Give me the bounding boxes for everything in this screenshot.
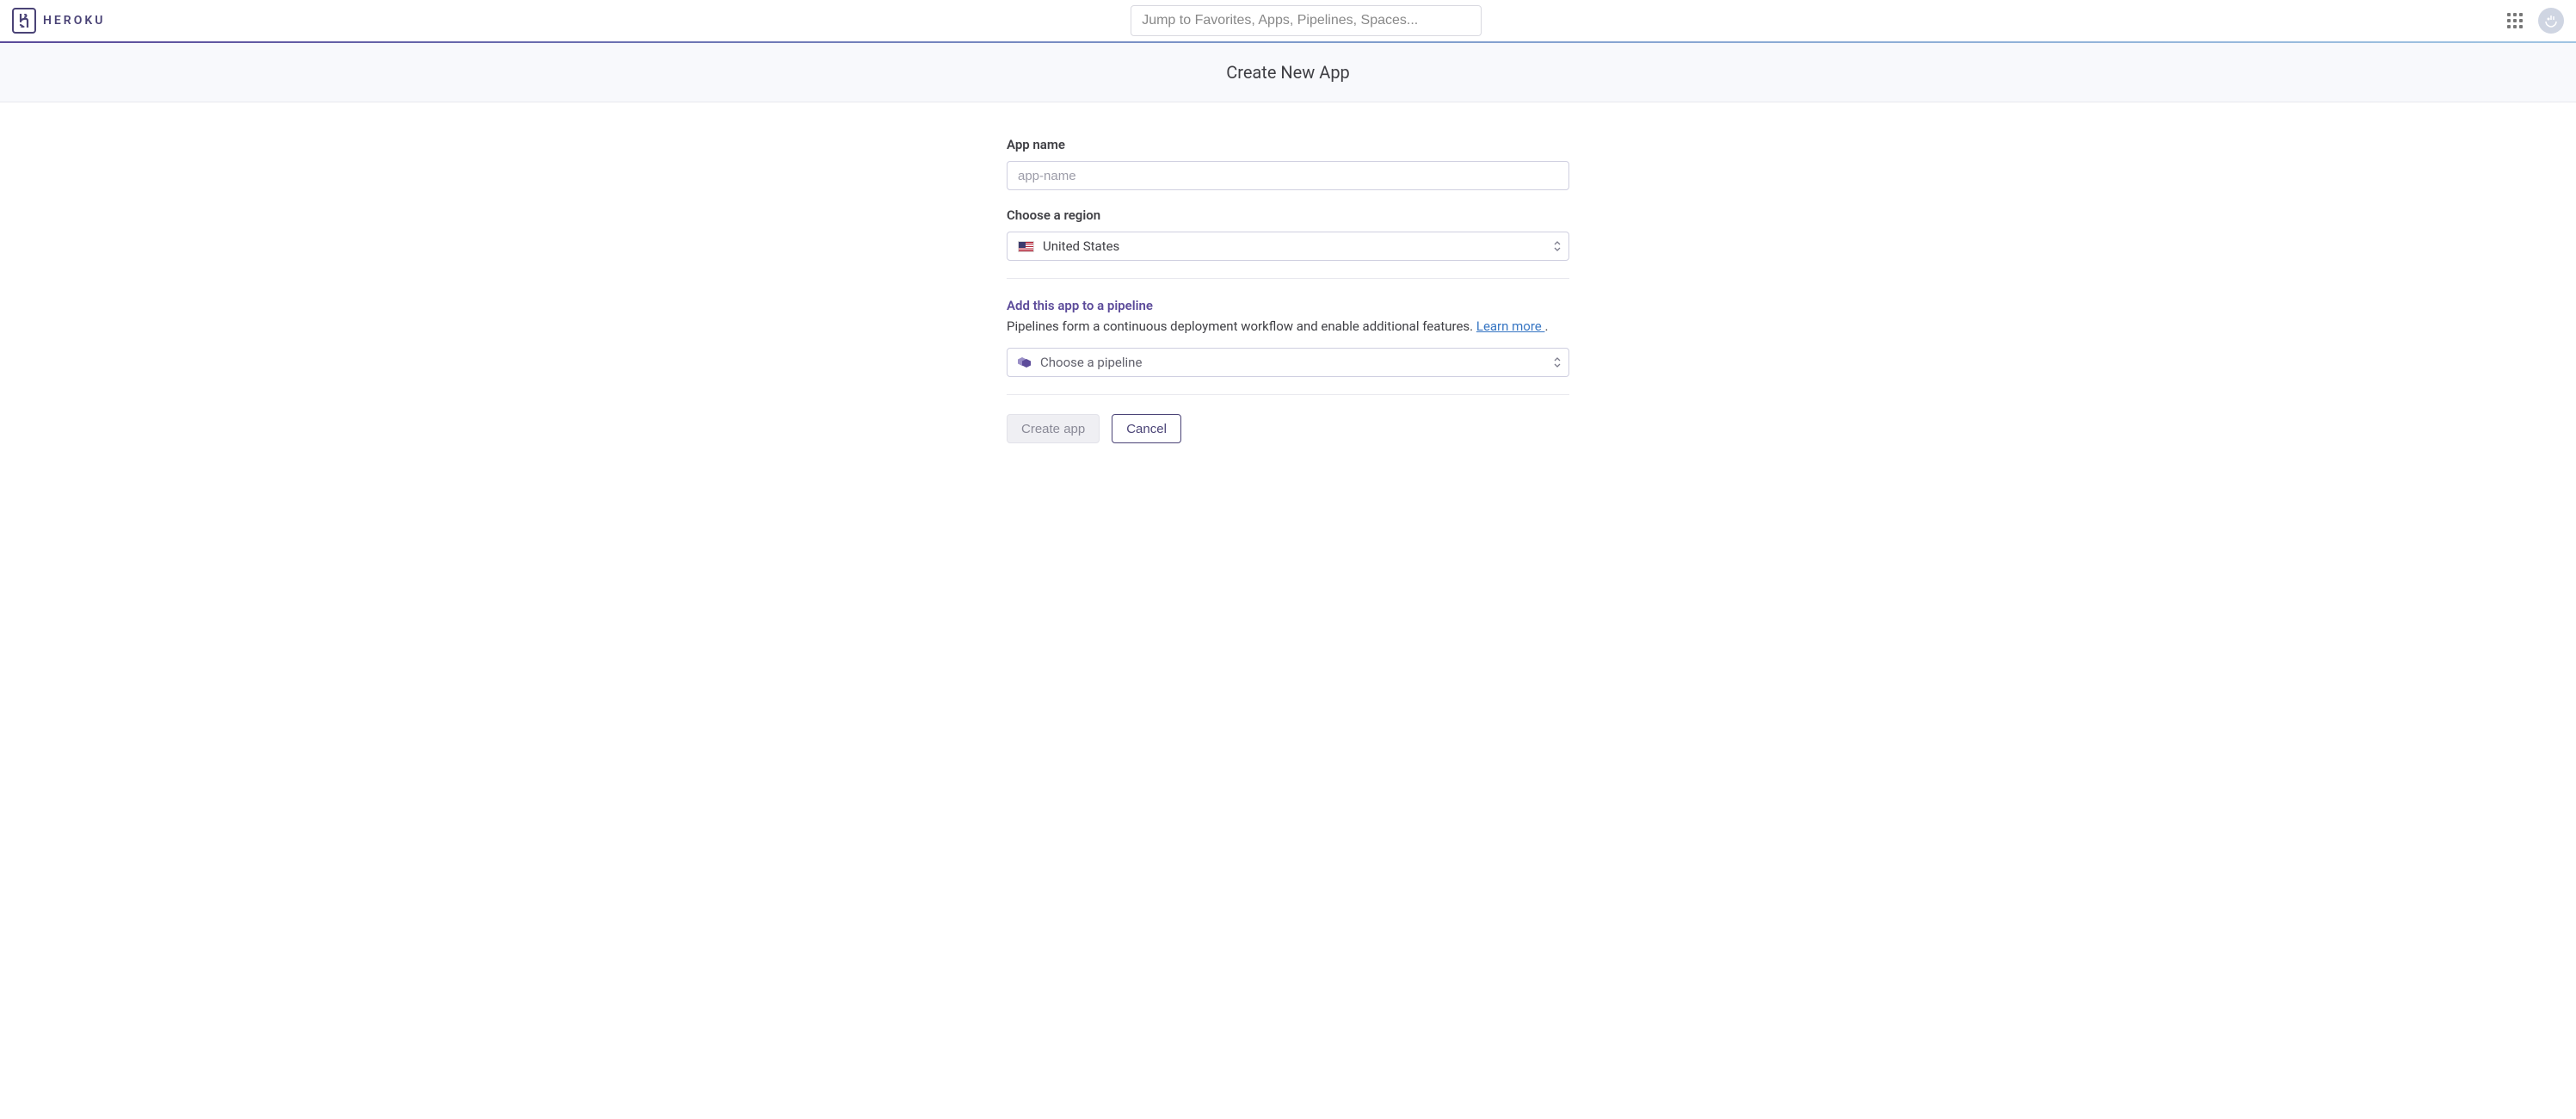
- us-flag-icon: [1018, 241, 1034, 252]
- page-title: Create New App: [0, 62, 2576, 83]
- create-app-button[interactable]: Create app: [1007, 414, 1100, 443]
- learn-more-link[interactable]: Learn more: [1476, 318, 1545, 334]
- region-select[interactable]: United States: [1007, 232, 1569, 261]
- app-name-label: App name: [1007, 137, 1569, 152]
- divider: [1007, 394, 1569, 395]
- pipeline-select[interactable]: Choose a pipeline: [1007, 348, 1569, 377]
- search-container: [1131, 5, 1482, 36]
- pipeline-description: Pipelines form a continuous deployment w…: [1007, 318, 1569, 334]
- heroku-logo-icon: [12, 8, 36, 34]
- cancel-button[interactable]: Cancel: [1112, 414, 1181, 443]
- app-name-input[interactable]: [1007, 161, 1569, 190]
- region-selected-value: United States: [1043, 238, 1119, 254]
- pipeline-select-wrap: Choose a pipeline: [1007, 348, 1569, 377]
- topbar: HEROKU: [0, 0, 2576, 43]
- region-label: Choose a region: [1007, 207, 1569, 223]
- brand-text: HEROKU: [43, 14, 105, 28]
- pipeline-section-title: Add this app to a pipeline: [1007, 298, 1569, 313]
- apps-menu-icon[interactable]: [2507, 13, 2523, 28]
- user-avatar[interactable]: [2538, 8, 2564, 34]
- heroku-logo[interactable]: HEROKU: [12, 8, 105, 34]
- pipeline-icon: [1018, 355, 1032, 369]
- pipeline-placeholder: Choose a pipeline: [1040, 355, 1142, 370]
- region-select-wrap: United States: [1007, 232, 1569, 261]
- divider: [1007, 278, 1569, 279]
- global-search-input[interactable]: [1131, 5, 1482, 36]
- create-app-form: App name Choose a region United States A…: [1007, 102, 1569, 478]
- topbar-actions: [2507, 8, 2564, 34]
- page-header: Create New App: [0, 43, 2576, 102]
- form-actions: Create app Cancel: [1007, 414, 1569, 443]
